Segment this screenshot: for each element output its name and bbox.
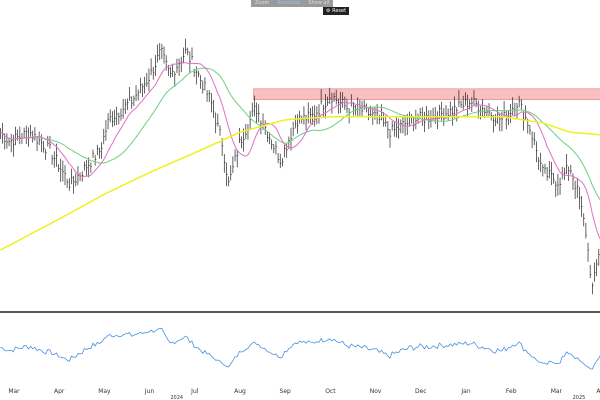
oscillator-line bbox=[0, 327, 600, 370]
year-label: 2024 bbox=[170, 395, 183, 400]
x-tick-label: Sep bbox=[280, 388, 292, 395]
x-tick-label: Jan bbox=[460, 388, 470, 395]
x-tick-label: Jun bbox=[144, 388, 155, 395]
x-tick-label: Mar bbox=[8, 388, 20, 395]
x-tick-label: Apr bbox=[54, 388, 65, 395]
x-tick-label: Feb bbox=[506, 388, 517, 395]
x-tick-label: Aug bbox=[234, 388, 246, 395]
x-tick-label: Jul bbox=[190, 388, 199, 395]
ma-long-line bbox=[0, 115, 600, 251]
x-tick-label: Oct bbox=[325, 388, 336, 395]
x-tick-label: Apr bbox=[596, 388, 600, 395]
x-tick-label: Mar bbox=[551, 388, 563, 395]
x-tick-label: Nov bbox=[370, 388, 382, 395]
x-tick-label: May bbox=[98, 388, 111, 395]
resistance-zone bbox=[253, 88, 600, 100]
year-label: 2025 bbox=[573, 395, 586, 400]
x-tick-label: Dec bbox=[415, 388, 427, 395]
stock-chart: Mar Apr May Jun Jul Aug Sep Oct Nov Dec Jan Feb Mar A… bbox=[0, 38, 600, 400]
